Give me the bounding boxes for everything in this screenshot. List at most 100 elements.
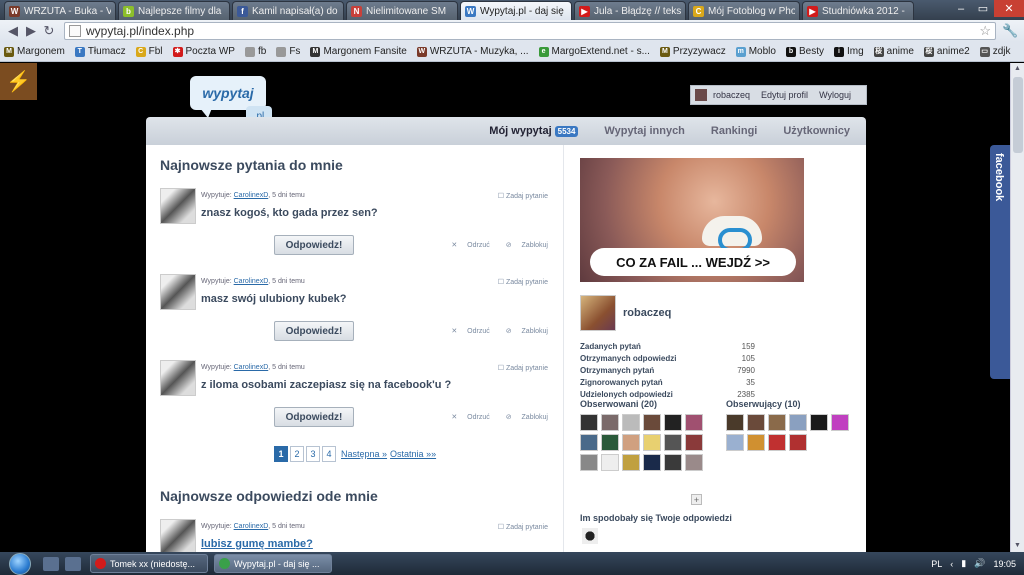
ad-banner[interactable]: CO ZA FAIL ... WEJDŹ >> [580, 158, 804, 282]
following-avatar[interactable] [622, 434, 640, 451]
asker-link[interactable]: CarolinexD [234, 523, 269, 530]
browser-tab[interactable]: W Wypytaj.pl - daj się [460, 1, 572, 20]
nav-item[interactable]: Rankingi [711, 125, 757, 137]
show-desktop-icon[interactable] [43, 556, 59, 571]
following-avatar[interactable] [601, 454, 619, 471]
bookmark-item[interactable]: ✱ Poczta WP [172, 46, 235, 57]
page-scrollbar[interactable]: ▲ ▼ [1010, 63, 1024, 552]
asker-avatar[interactable] [160, 360, 196, 396]
following-heading[interactable]: Obserwowani (20) [580, 399, 657, 409]
asker-avatar[interactable] [160, 188, 196, 224]
reject-link[interactable]: ✕ Odrzuć [443, 414, 489, 421]
edit-profile-link[interactable]: Edytuj profil [761, 90, 808, 100]
following-avatar[interactable] [580, 454, 598, 471]
block-link[interactable]: ⊘ Zablokuj [498, 328, 548, 335]
site-logo[interactable]: wypytaj [190, 76, 266, 118]
browser-tab[interactable]: f Kamil napisał(a) do [232, 1, 344, 20]
following-avatar[interactable] [580, 414, 598, 431]
asker-link[interactable]: CarolinexD [234, 192, 269, 199]
browser-tab[interactable]: b Najlepsze filmy dla [118, 1, 230, 20]
page-number-button[interactable]: 2 [290, 446, 304, 462]
profile-name[interactable]: robaczeq [623, 307, 671, 319]
block-link[interactable]: ⊘ Zablokuj [498, 242, 548, 249]
tray-arrow-icon[interactable]: ‹ [950, 559, 953, 569]
logout-link[interactable]: Wyloguj [819, 90, 851, 100]
following-avatar[interactable] [622, 454, 640, 471]
bookmark-item[interactable]: T Tłumacz [74, 46, 126, 57]
bookmark-star-icon[interactable]: ☆ [979, 23, 991, 39]
browser-tab[interactable]: C Mój Fotoblog w Pho [688, 1, 800, 20]
facebook-side-tab[interactable]: facebook [990, 145, 1010, 379]
bookmark-item[interactable]: i Img [833, 46, 864, 57]
asker-avatar[interactable] [160, 274, 196, 310]
following-avatar[interactable] [622, 414, 640, 431]
follower-avatar[interactable] [747, 414, 765, 431]
following-avatar[interactable] [601, 414, 619, 431]
follower-avatar[interactable] [789, 434, 807, 451]
username-link[interactable]: robaczeq [713, 90, 750, 100]
page-number-button[interactable]: 1 [274, 446, 288, 462]
asker-link[interactable]: CarolinexD [234, 364, 269, 371]
browser-tab[interactable]: N Nielimitowane SM [346, 1, 458, 20]
nav-item[interactable]: Wypytaj innych [604, 125, 684, 137]
answer-button[interactable]: Odpowiedz! [274, 407, 354, 427]
following-avatar[interactable] [664, 454, 682, 471]
language-indicator[interactable]: PL [931, 559, 942, 569]
next-page-link[interactable]: Następna » [341, 449, 387, 459]
ask-question-link[interactable]: ☐ Zadaj pytanie [498, 278, 548, 286]
reload-button[interactable]: ↻ [40, 22, 58, 40]
bookmark-item[interactable]: M Margonem [4, 46, 65, 57]
following-avatar[interactable] [643, 454, 661, 471]
block-link[interactable]: ⊘ Zablokuj [498, 414, 548, 421]
maximize-button[interactable]: ▭ [972, 0, 994, 17]
bookmark-item[interactable]: C Fbl [135, 46, 163, 57]
bookmark-item[interactable]: W WRZUTA - Muzyka, ... [416, 46, 529, 57]
bookmark-item[interactable]: e MargoExtend.net - s... [538, 46, 650, 57]
bookmark-item[interactable]: M Przyzywacz [659, 46, 726, 57]
following-avatar[interactable] [580, 434, 598, 451]
close-window-button[interactable]: ✕ [994, 0, 1024, 17]
browser-tab[interactable]: ▶ Studniówka 2012 - [802, 1, 914, 20]
wrench-menu-icon[interactable]: 🔧 [1002, 23, 1018, 39]
follower-avatar[interactable] [726, 414, 744, 431]
last-page-link[interactable]: Ostatnia »» [390, 449, 436, 459]
bookmark-item[interactable]: fb [244, 46, 266, 57]
scroll-thumb[interactable] [1013, 77, 1023, 153]
following-avatar[interactable] [601, 434, 619, 451]
bookmark-item[interactable]: ▭ zdjk [979, 46, 1011, 57]
following-avatar[interactable] [643, 414, 661, 431]
nav-item[interactable]: Użytkownicy [783, 125, 850, 137]
follower-avatar[interactable] [747, 434, 765, 451]
following-avatar[interactable] [643, 434, 661, 451]
nav-item[interactable]: Mój wypytaj 5534 [489, 125, 579, 137]
bookmark-item[interactable]: 桜 anime2 [923, 46, 970, 57]
extension-lightning-icon[interactable]: ⚡ [0, 63, 37, 100]
asker-avatar[interactable] [160, 519, 196, 552]
ad-cta[interactable]: CO ZA FAIL ... WEJDŹ >> [590, 248, 796, 276]
taskbar-task[interactable]: Wypytaj.pl - daj się ... [214, 554, 332, 573]
forward-button[interactable]: ▶ [22, 22, 40, 40]
page-number-button[interactable]: 3 [306, 446, 320, 462]
answer-button[interactable]: Odpowiedz! [274, 321, 354, 341]
scroll-up-arrow[interactable]: ▲ [1011, 63, 1024, 75]
browser-tab[interactable]: ▶ Jula - Błądzę // tekst [574, 1, 686, 20]
bookmark-item[interactable]: m Moblo [735, 46, 776, 57]
asker-link[interactable]: CarolinexD [234, 278, 269, 285]
follower-avatar[interactable] [789, 414, 807, 431]
bookmark-item[interactable]: Fs [276, 46, 300, 57]
following-avatar[interactable] [664, 414, 682, 431]
following-avatar[interactable] [685, 454, 703, 471]
ask-question-link[interactable]: ☐ Zadaj pytanie [498, 523, 548, 531]
followers-heading[interactable]: Obserwujący (10) [726, 399, 801, 409]
follower-avatar[interactable] [726, 434, 744, 451]
answer-button[interactable]: Odpowiedz! [274, 235, 354, 255]
volume-icon[interactable]: 🔊 [974, 558, 985, 569]
answer-link[interactable]: lubisz gumę mambe? [201, 538, 313, 550]
ask-question-link[interactable]: ☐ Zadaj pytanie [498, 364, 548, 372]
follower-avatar[interactable] [831, 414, 849, 431]
network-icon[interactable]: ▮ [961, 558, 966, 569]
back-button[interactable]: ◀ [4, 22, 22, 40]
ask-question-link[interactable]: ☐ Zadaj pytanie [498, 192, 548, 200]
taskbar-task[interactable]: Tomek xx (niedostę... [90, 554, 208, 573]
start-button[interactable] [0, 552, 40, 575]
